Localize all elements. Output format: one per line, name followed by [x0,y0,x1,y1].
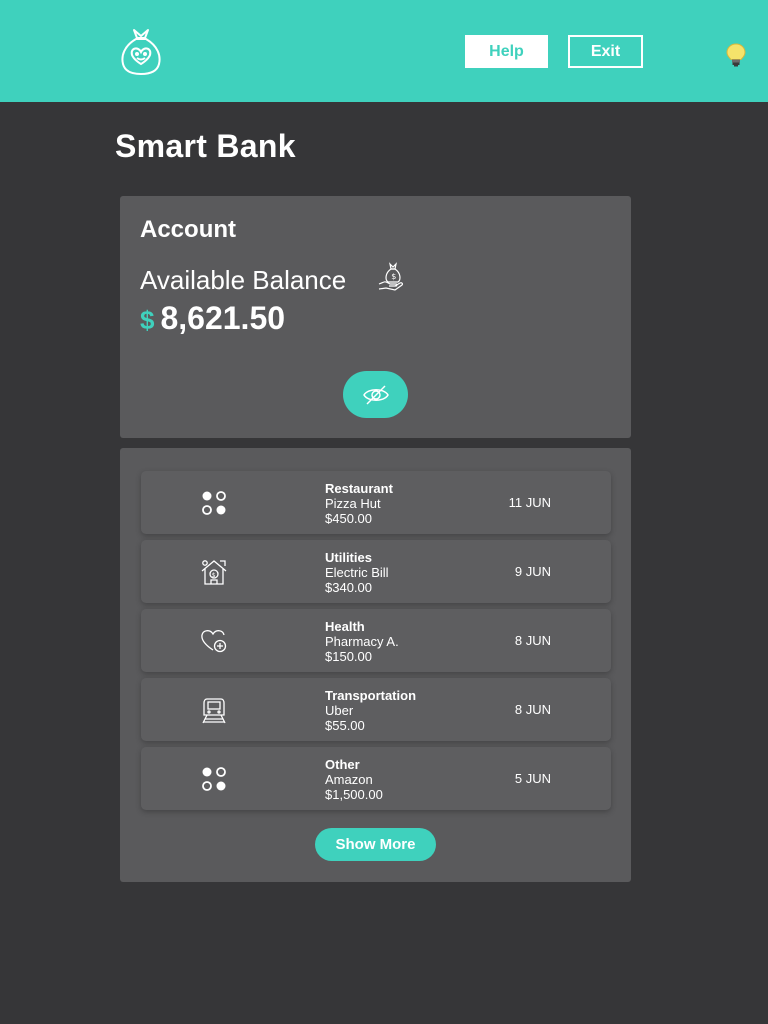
transaction-date: 5 JUN [514,771,551,786]
transaction-date: 11 JUN [508,495,551,510]
svg-text:$: $ [212,572,216,579]
lightbulb-icon[interactable] [724,42,748,68]
money-bag-hand-icon: $ [378,262,403,291]
transaction-details: Restaurant Pizza Hut $450.00 [325,481,393,526]
money-bag-heart-icon[interactable] [118,26,164,76]
transaction-category: Other [325,757,360,772]
transaction-amount: $55.00 [325,718,365,733]
transaction-date: 9 JUN [514,564,551,579]
transaction-details: Health Pharmacy A. $150.00 [325,619,399,664]
transaction-merchant: Electric Bill [325,565,389,580]
help-button[interactable]: Help [465,35,548,68]
transaction-row[interactable]: Transportation Uber $55.00 8 JUN [141,678,611,741]
transaction-category: Transportation [325,688,417,703]
transaction-amount: $150.00 [325,649,372,664]
transaction-date: 8 JUN [514,633,551,648]
transaction-row[interactable]: Other Amazon $1,500.00 5 JUN [141,747,611,810]
currency-symbol: $ [140,305,155,335]
transaction-details: Transportation Uber $55.00 [325,688,416,733]
transaction-merchant: Pizza Hut [325,496,381,511]
transactions-card: Restaurant Pizza Hut $450.00 11 JUN $ Ut… [120,448,631,882]
account-card: Account Available Balance $ $8,621.50 [120,196,631,438]
show-more-button[interactable]: Show More [315,828,436,861]
balance-row: $8,621.50 [140,300,285,337]
transaction-details: Other Amazon $1,500.00 [325,757,383,802]
heart-plus-icon [201,630,227,653]
transaction-row[interactable]: Restaurant Pizza Hut $450.00 11 JUN [141,471,611,534]
transaction-details: Utilities Electric Bill $340.00 [325,550,389,595]
transaction-merchant: Uber [325,703,354,718]
transaction-merchant: Amazon [325,772,373,787]
eye-slash-icon [362,384,389,405]
transaction-amount: $1,500.00 [325,787,383,802]
top-bar: Help Exit [0,0,768,102]
page-title: Smart Bank [115,128,296,164]
transaction-category: Restaurant [325,481,393,496]
transaction-amount: $450.00 [325,511,372,526]
dots-grid-icon [202,491,226,515]
transaction-date: 8 JUN [514,702,551,717]
house-dollar-icon: $ [201,560,227,585]
dots-grid-icon [202,767,226,791]
available-balance-label: Available Balance [140,265,347,295]
transaction-category: Utilities [325,550,372,565]
transaction-row[interactable]: $ Utilities Electric Bill $340.00 9 JUN [141,540,611,603]
account-title: Account [140,216,236,243]
svg-text:$: $ [391,272,396,281]
hide-balance-toggle[interactable] [343,371,408,418]
balance-amount: 8,621.50 [160,300,286,336]
transaction-category: Health [325,619,365,634]
train-icon [202,698,226,724]
transaction-merchant: Pharmacy A. [325,634,399,649]
transaction-amount: $340.00 [325,580,372,595]
transaction-row[interactable]: Health Pharmacy A. $150.00 8 JUN [141,609,611,672]
exit-button[interactable]: Exit [568,35,643,68]
